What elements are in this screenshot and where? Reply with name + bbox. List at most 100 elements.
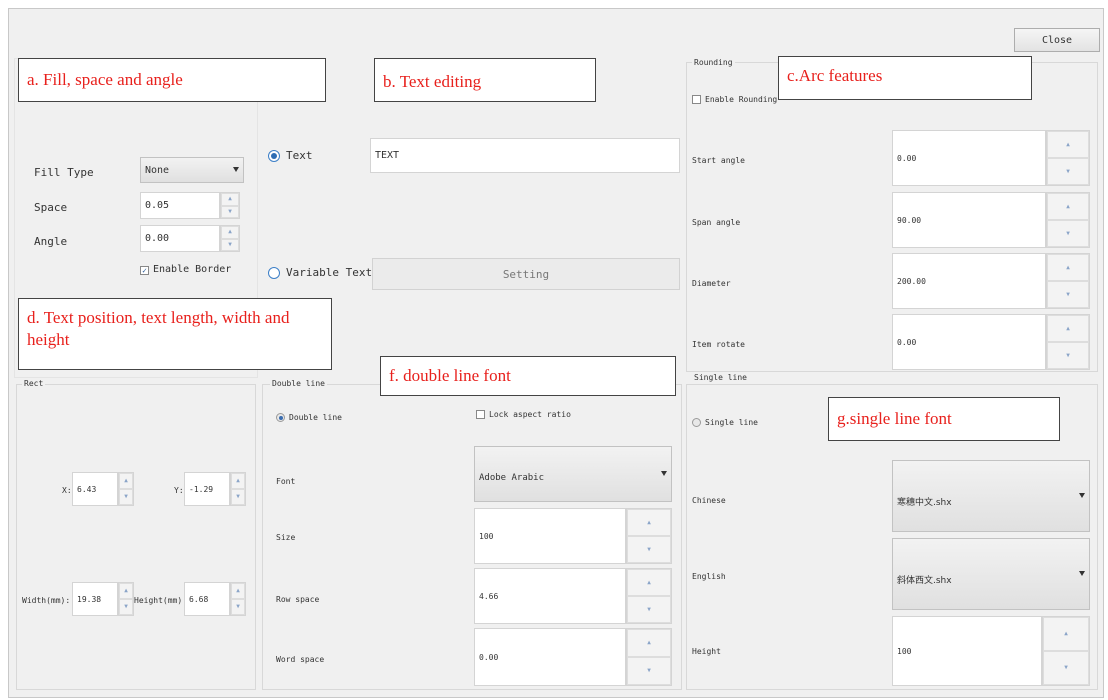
item-rotate-input[interactable]: 0.00 — [892, 314, 1046, 370]
single-height-label: Height — [692, 647, 721, 656]
row-space-input[interactable]: 4.66 — [474, 568, 626, 624]
text-radio-label: Text — [286, 149, 313, 162]
angle-input[interactable]: 0.00 — [140, 225, 220, 252]
enable-border-checkbox[interactable]: ✓ — [140, 266, 149, 275]
font-value: Adobe Arabic — [479, 473, 545, 483]
spin-up-icon[interactable]: ▲ — [1047, 254, 1089, 281]
chevron-down-icon — [661, 471, 667, 476]
spin-down-icon[interactable]: ▼ — [1047, 158, 1089, 185]
item-rotate-stepper[interactable]: ▲ ▼ — [1046, 314, 1090, 370]
double-line-radio[interactable] — [276, 413, 285, 422]
width-input[interactable]: 19.38 — [72, 582, 118, 616]
start-angle-input[interactable]: 0.00 — [892, 130, 1046, 186]
variable-text-radio[interactable] — [268, 267, 280, 279]
diameter-label: Diameter — [692, 279, 731, 288]
single-line-group-title: Single line — [692, 373, 749, 382]
space-stepper[interactable]: ▲ ▼ — [220, 192, 240, 219]
spin-down-icon[interactable]: ▼ — [221, 238, 239, 251]
spin-up-icon[interactable]: ▲ — [221, 226, 239, 239]
spin-down-icon[interactable]: ▼ — [231, 489, 245, 505]
fill-type-select[interactable]: None — [140, 157, 244, 183]
item-rotate-label: Item rotate — [692, 340, 745, 349]
spin-up-icon[interactable]: ▲ — [1047, 193, 1089, 220]
callout-text-editing: b. Text editing — [374, 58, 596, 102]
spin-down-icon[interactable]: ▼ — [221, 205, 239, 218]
width-stepper[interactable]: ▲ ▼ — [118, 582, 134, 616]
y-input[interactable]: -1.29 — [184, 472, 230, 506]
single-line-radio-label: Single line — [705, 418, 758, 427]
spin-down-icon[interactable]: ▼ — [627, 657, 671, 685]
font-select[interactable]: Adobe Arabic — [474, 446, 672, 502]
chevron-down-icon — [233, 167, 239, 172]
word-space-label: Word space — [276, 655, 325, 664]
chevron-down-icon — [1079, 493, 1085, 498]
callout-fill-space-angle: a. Fill, space and angle — [18, 58, 326, 102]
start-angle-stepper[interactable]: ▲ ▼ — [1046, 130, 1090, 186]
row-space-stepper[interactable]: ▲ ▼ — [626, 568, 672, 624]
spin-down-icon[interactable]: ▼ — [1047, 220, 1089, 247]
single-height-input[interactable]: 100 — [892, 616, 1042, 686]
spin-up-icon[interactable]: ▲ — [627, 509, 671, 536]
diameter-input[interactable]: 200.00 — [892, 253, 1046, 309]
text-radio[interactable] — [268, 150, 280, 162]
x-stepper[interactable]: ▲ ▼ — [118, 472, 134, 506]
setting-button[interactable]: Setting — [372, 258, 680, 290]
spin-up-icon[interactable]: ▲ — [627, 569, 671, 596]
span-angle-stepper[interactable]: ▲ ▼ — [1046, 192, 1090, 248]
word-space-input[interactable]: 0.00 — [474, 628, 626, 686]
span-angle-input[interactable]: 90.00 — [892, 192, 1046, 248]
fill-type-value: None — [145, 164, 170, 176]
diameter-stepper[interactable]: ▲ ▼ — [1046, 253, 1090, 309]
row-space-label: Row space — [276, 595, 320, 604]
spin-down-icon[interactable]: ▼ — [627, 596, 671, 623]
font-label: Font — [276, 477, 296, 486]
size-input[interactable]: 100 — [474, 508, 626, 564]
rect-group-title: Rect — [22, 379, 46, 388]
spin-up-icon[interactable]: ▲ — [231, 583, 245, 599]
spin-down-icon[interactable]: ▼ — [119, 489, 133, 505]
spin-up-icon[interactable]: ▲ — [1047, 131, 1089, 158]
spin-up-icon[interactable]: ▲ — [231, 473, 245, 489]
spin-down-icon[interactable]: ▼ — [627, 536, 671, 563]
spin-down-icon[interactable]: ▼ — [231, 599, 245, 615]
chinese-font-value: 寒穗中文.shx — [897, 498, 952, 508]
single-line-radio[interactable] — [692, 418, 701, 427]
spin-down-icon[interactable]: ▼ — [1043, 651, 1089, 685]
fill-type-label: Fill Type — [34, 166, 94, 179]
spin-up-icon[interactable]: ▲ — [1043, 617, 1089, 651]
y-stepper[interactable]: ▲ ▼ — [230, 472, 246, 506]
angle-stepper[interactable]: ▲ ▼ — [220, 225, 240, 252]
english-font-value: 斜体西文.shx — [897, 576, 952, 586]
callout-double-line-font: f. double line font — [380, 356, 676, 396]
enable-rounding-checkbox[interactable] — [692, 95, 701, 104]
enable-border-label: Enable Border — [153, 264, 232, 275]
chinese-font-select[interactable]: 寒穗中文.shx — [892, 460, 1090, 532]
spin-up-icon[interactable]: ▲ — [1047, 315, 1089, 342]
x-input[interactable]: 6.43 — [72, 472, 118, 506]
height-label: Height(mm): — [134, 596, 187, 605]
callout-arc-features: c.Arc features — [778, 56, 1032, 100]
enable-rounding-label: Enable Rounding — [705, 95, 778, 104]
single-height-stepper[interactable]: ▲ ▼ — [1042, 616, 1090, 686]
angle-label: Angle — [34, 235, 68, 248]
height-stepper[interactable]: ▲ ▼ — [230, 582, 246, 616]
space-input[interactable]: 0.05 — [140, 192, 220, 219]
spin-up-icon[interactable]: ▲ — [221, 193, 239, 206]
chevron-down-icon — [1079, 571, 1085, 576]
spin-up-icon[interactable]: ▲ — [627, 629, 671, 657]
chinese-label: Chinese — [692, 496, 726, 505]
word-space-stepper[interactable]: ▲ ▼ — [626, 628, 672, 686]
variable-text-label: Variable Text — [286, 266, 373, 279]
spin-down-icon[interactable]: ▼ — [1047, 342, 1089, 369]
spin-up-icon[interactable]: ▲ — [119, 583, 133, 599]
double-line-radio-label: Double line — [289, 413, 342, 422]
lock-aspect-ratio-checkbox[interactable] — [476, 410, 485, 419]
spin-up-icon[interactable]: ▲ — [119, 473, 133, 489]
spin-down-icon[interactable]: ▼ — [119, 599, 133, 615]
text-input[interactable]: TEXT — [370, 138, 680, 173]
size-stepper[interactable]: ▲ ▼ — [626, 508, 672, 564]
height-input[interactable]: 6.68 — [184, 582, 230, 616]
close-button[interactable]: Close — [1014, 28, 1100, 52]
english-font-select[interactable]: 斜体西文.shx — [892, 538, 1090, 610]
spin-down-icon[interactable]: ▼ — [1047, 281, 1089, 308]
